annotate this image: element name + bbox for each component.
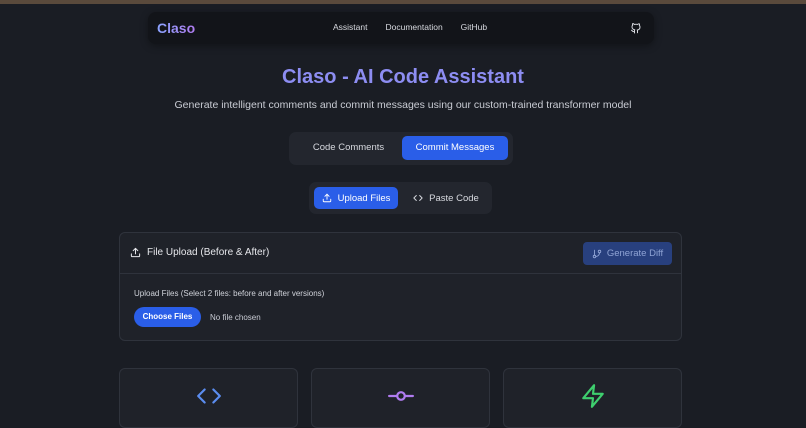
- tab-paste-code-label: Paste Code: [429, 192, 479, 204]
- github-icon[interactable]: [630, 22, 642, 34]
- feature-card-speed: [503, 368, 682, 428]
- tab-commit-messages[interactable]: Commit Messages: [402, 136, 508, 160]
- input-tabs: Upload Files Paste Code: [309, 182, 492, 214]
- upload-icon: [322, 193, 331, 203]
- brand-logo[interactable]: Claso: [157, 20, 195, 36]
- mode-tabs: Code Comments Commit Messages: [289, 132, 513, 165]
- choose-files-button[interactable]: Choose Files: [134, 307, 201, 327]
- top-nav: Claso Assistant Documentation GitHub: [148, 12, 654, 44]
- tab-paste-code[interactable]: Paste Code: [405, 187, 487, 209]
- nav-link-documentation[interactable]: Documentation: [386, 22, 443, 32]
- file-status-text: No file chosen: [210, 313, 261, 322]
- tab-code-comments[interactable]: Code Comments: [295, 136, 402, 160]
- code-icon: [197, 388, 221, 404]
- page-title: Claso - AI Code Assistant: [282, 66, 524, 88]
- nav-links: Assistant Documentation GitHub: [333, 22, 487, 32]
- nav-link-assistant[interactable]: Assistant: [333, 22, 368, 32]
- upload-icon: [130, 247, 141, 258]
- git-branch-icon: [592, 249, 602, 258]
- git-commit-icon: [388, 391, 414, 401]
- tab-upload-files[interactable]: Upload Files: [314, 187, 398, 209]
- card-header: File Upload (Before & After) Generate Di…: [120, 233, 681, 274]
- nav-link-github[interactable]: GitHub: [461, 22, 487, 32]
- card-title: File Upload (Before & After): [130, 247, 269, 258]
- upload-field-label: Upload Files (Select 2 files: before and…: [134, 289, 325, 298]
- tab-upload-files-label: Upload Files: [337, 192, 391, 204]
- window-top-edge: [0, 0, 806, 4]
- generate-diff-label: Generate Diff: [606, 248, 664, 259]
- file-upload-card: File Upload (Before & After) Generate Di…: [119, 232, 682, 341]
- feature-card-commit: [311, 368, 490, 428]
- feature-card-code: [119, 368, 298, 428]
- generate-diff-button[interactable]: Generate Diff: [583, 242, 672, 265]
- card-title-text: File Upload (Before & After): [147, 247, 270, 258]
- page-subtitle: Generate intelligent comments and commit…: [174, 99, 632, 111]
- zap-icon: [582, 384, 604, 408]
- code-icon: [413, 195, 423, 201]
